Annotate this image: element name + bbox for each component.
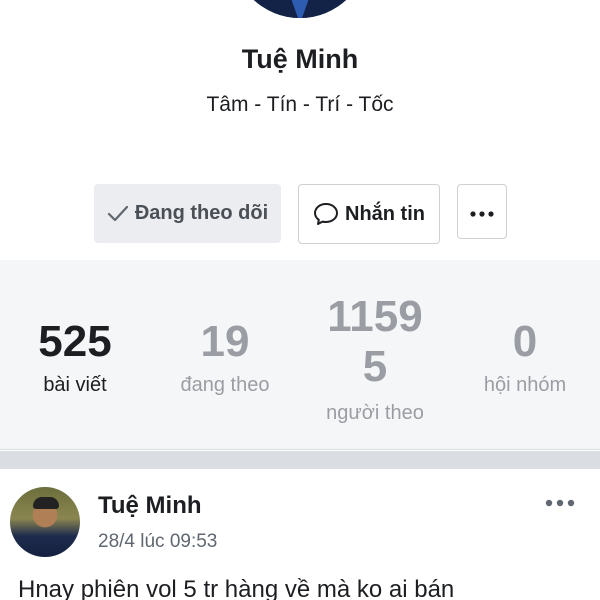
post-menu-button[interactable]: [540, 488, 580, 518]
stat-groups-value: 0: [512, 317, 538, 366]
post-author-name[interactable]: Tuệ Minh: [98, 492, 202, 520]
following-button[interactable]: Đang theo dõi: [94, 184, 281, 243]
profile-avatar[interactable]: [232, 0, 368, 18]
avatar-hair: [33, 497, 59, 509]
stat-following-label: đang theo: [180, 374, 270, 396]
more-horizontal-icon: [470, 200, 494, 223]
profile-bio: Tâm - Tín - Trí - Tốc: [206, 93, 394, 116]
more-button[interactable]: [457, 184, 507, 239]
stat-followers-label: người theo: [326, 402, 424, 424]
following-button-label: Đang theo dõi: [134, 202, 269, 224]
section-divider: [0, 451, 600, 469]
post-author-avatar[interactable]: [10, 487, 80, 557]
stat-groups[interactable]: 0 hội nhóm: [450, 320, 600, 397]
stat-groups-label: hội nhóm: [483, 374, 567, 396]
check-icon: [107, 205, 129, 223]
post-text: Hnay phiên vol 5 tr hàng về mà ko ai bán: [18, 576, 455, 600]
stat-posts-label: bài viết: [43, 374, 107, 396]
post-timestamp[interactable]: 28/4 lúc 09:53: [98, 531, 217, 553]
stat-followers[interactable]: 1159 5 người theo: [300, 292, 450, 425]
stat-posts[interactable]: 525 bài viết: [0, 320, 150, 397]
stat-following-value: 19: [200, 317, 250, 366]
stat-posts-value: 525: [38, 317, 112, 366]
stat-followers-value-line2: 5: [362, 342, 388, 391]
more-horizontal-icon: [545, 494, 575, 512]
message-button-label: Nhắn tin: [345, 202, 425, 225]
message-bubble-icon: [313, 202, 339, 226]
stat-following[interactable]: 19 đang theo: [150, 320, 300, 397]
profile-stats: 525 bài viết 19 đang theo 1159 5 người t…: [0, 260, 600, 450]
stat-followers-value-line1: 1159: [327, 292, 423, 341]
message-button[interactable]: Nhắn tin: [298, 184, 440, 244]
profile-name: Tuệ Minh: [241, 44, 359, 74]
